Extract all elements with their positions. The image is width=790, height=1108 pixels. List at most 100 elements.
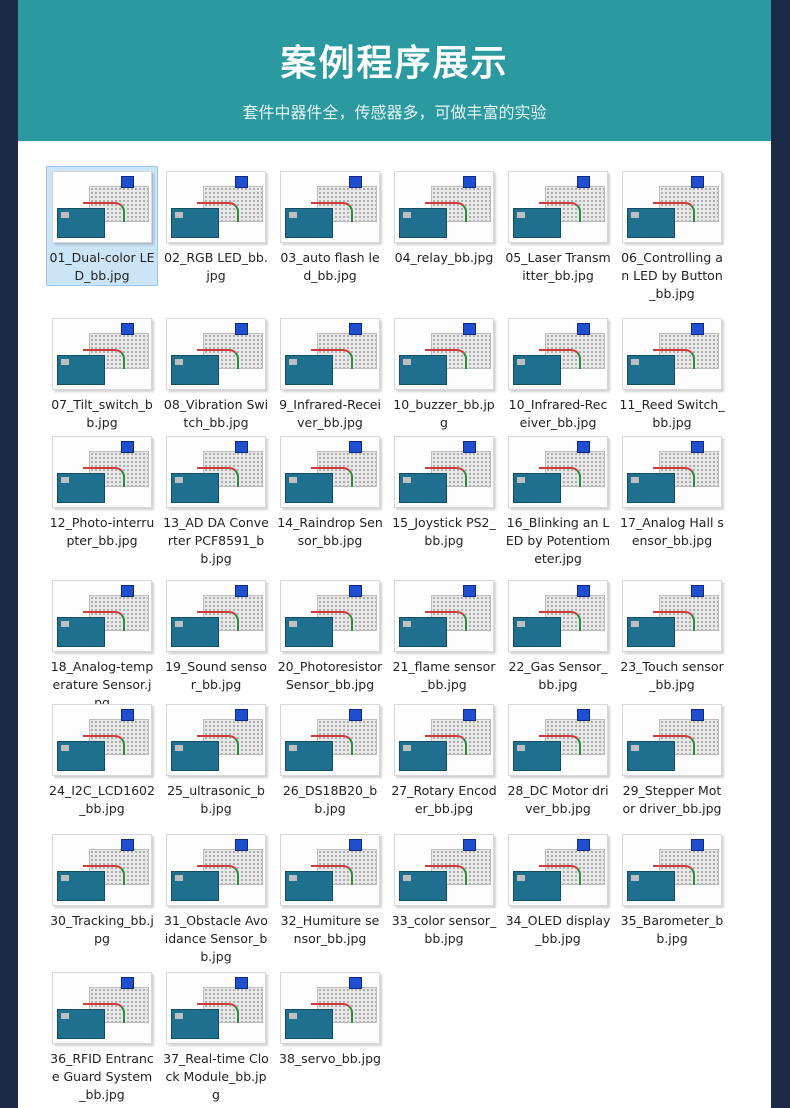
wire-graphic bbox=[425, 865, 467, 885]
file-name: 28_DC Motor driver_bb.jpg bbox=[507, 783, 609, 816]
wire-graphic bbox=[311, 865, 353, 885]
file-item[interactable]: 25_ultrasonic_bb.jpg bbox=[160, 699, 272, 819]
file-item[interactable]: 16_Blinking an LED by Potentiometer.jpg bbox=[502, 431, 614, 569]
file-item[interactable]: 06_Controlling an LED by Button_bb.jpg bbox=[616, 166, 728, 304]
file-name: 16_Blinking an LED by Potentiometer.jpg bbox=[505, 515, 611, 566]
sensor-module-graphic bbox=[577, 176, 590, 188]
wire-graphic bbox=[197, 735, 239, 755]
sensor-module-graphic bbox=[463, 441, 476, 453]
file-item[interactable]: 08_Vibration Switch_bb.jpg bbox=[160, 313, 272, 433]
wire-graphic bbox=[311, 611, 353, 631]
file-item[interactable]: 26_DS18B20_bb.jpg bbox=[274, 699, 386, 819]
sensor-module-graphic bbox=[121, 441, 134, 453]
file-item[interactable]: 33_color sensor_bb.jpg bbox=[388, 829, 500, 949]
file-item[interactable]: 19_Sound sensor_bb.jpg bbox=[160, 575, 272, 695]
file-item[interactable]: 14_Raindrop Sensor_bb.jpg bbox=[274, 431, 386, 551]
file-item[interactable]: 29_Stepper Motor driver_bb.jpg bbox=[616, 699, 728, 819]
sensor-module-graphic bbox=[235, 585, 248, 597]
wire-graphic bbox=[197, 202, 239, 222]
file-thumbnail bbox=[280, 972, 380, 1044]
file-item[interactable]: 23_Touch sensor_bb.jpg bbox=[616, 575, 728, 695]
file-item[interactable]: 05_Laser Transmitter_bb.jpg bbox=[502, 166, 614, 286]
file-item[interactable]: 36_RFID Entrance Guard System_bb.jpg bbox=[46, 967, 158, 1105]
wire-graphic bbox=[425, 349, 467, 369]
file-name: 24_I2C_LCD1602_bb.jpg bbox=[49, 783, 155, 816]
file-name: 07_Tilt_switch_bb.jpg bbox=[51, 397, 153, 430]
wire-graphic bbox=[83, 865, 125, 885]
file-grid-panel: 01_Dual-color LED_bb.jpg 02_RGB LED_bb.jp… bbox=[18, 141, 771, 1108]
file-name: 35_Barometer_bb.jpg bbox=[620, 913, 724, 946]
file-thumbnail bbox=[52, 704, 152, 776]
file-name: 10_Infrared-Receiver_bb.jpg bbox=[508, 397, 608, 430]
file-item[interactable]: 02_RGB LED_bb.jpg bbox=[160, 166, 272, 286]
file-item[interactable]: 24_I2C_LCD1602_bb.jpg bbox=[46, 699, 158, 819]
file-item[interactable]: 11_Reed Switch_bb.jpg bbox=[616, 313, 728, 433]
wire-graphic bbox=[83, 611, 125, 631]
file-item[interactable]: 32_Humiture sensor_bb.jpg bbox=[274, 829, 386, 949]
file-item[interactable]: 31_Obstacle Avoidance Sensor_bb.jpg bbox=[160, 829, 272, 967]
wire-graphic bbox=[539, 349, 581, 369]
wire-graphic bbox=[83, 1003, 125, 1023]
file-thumbnail bbox=[508, 436, 608, 508]
file-name: 37_Real-time Clock Module_bb.jpg bbox=[163, 1051, 269, 1102]
file-thumbnail bbox=[622, 318, 722, 390]
file-name: 30_Tracking_bb.jpg bbox=[50, 913, 154, 946]
sensor-module-graphic bbox=[121, 585, 134, 597]
file-item[interactable]: 15_Joystick PS2_bb.jpg bbox=[388, 431, 500, 551]
file-name: 04_relay_bb.jpg bbox=[394, 250, 494, 265]
wire-graphic bbox=[425, 202, 467, 222]
file-name: 10_buzzer_bb.jpg bbox=[393, 397, 495, 430]
wire-graphic bbox=[83, 735, 125, 755]
file-thumbnail bbox=[394, 704, 494, 776]
file-item[interactable]: 35_Barometer_bb.jpg bbox=[616, 829, 728, 949]
file-item[interactable]: 38_servo_bb.jpg bbox=[274, 967, 386, 1069]
file-item[interactable]: 27_Rotary Encoder_bb.jpg bbox=[388, 699, 500, 819]
file-item[interactable]: 34_OLED display_bb.jpg bbox=[502, 829, 614, 949]
wire-graphic bbox=[83, 202, 125, 222]
file-item[interactable]: 17_Analog Hall sensor_bb.jpg bbox=[616, 431, 728, 551]
file-thumbnail bbox=[622, 580, 722, 652]
file-item[interactable]: 37_Real-time Clock Module_bb.jpg bbox=[160, 967, 272, 1105]
wire-graphic bbox=[425, 467, 467, 487]
file-name: 19_Sound sensor_bb.jpg bbox=[165, 659, 267, 692]
file-name: 23_Touch sensor_bb.jpg bbox=[620, 659, 724, 692]
page-title: 案例程序展示 bbox=[280, 43, 509, 84]
wire-graphic bbox=[83, 467, 125, 487]
file-thumbnail bbox=[166, 580, 266, 652]
sensor-module-graphic bbox=[235, 839, 248, 851]
file-thumbnail bbox=[52, 834, 152, 906]
file-thumbnail bbox=[394, 580, 494, 652]
file-item[interactable]: 10_buzzer_bb.jpg bbox=[388, 313, 500, 433]
file-name: 01_Dual-color LED_bb.jpg bbox=[49, 250, 155, 283]
file-item[interactable]: 12_Photo-interrupter_bb.jpg bbox=[46, 431, 158, 551]
file-item[interactable]: 20_Photoresistor Sensor_bb.jpg bbox=[274, 575, 386, 695]
file-item[interactable]: 03_auto flash led_bb.jpg bbox=[274, 166, 386, 286]
file-item[interactable]: 21_flame sensor_bb.jpg bbox=[388, 575, 500, 695]
wire-graphic bbox=[653, 467, 695, 487]
file-thumbnail bbox=[166, 436, 266, 508]
file-item[interactable]: 9_Infrared-Receiver_bb.jpg bbox=[274, 313, 386, 433]
sensor-module-graphic bbox=[463, 585, 476, 597]
file-name: 08_Vibration Switch_bb.jpg bbox=[163, 397, 269, 430]
sensor-module-graphic bbox=[577, 709, 590, 721]
file-name: 27_Rotary Encoder_bb.jpg bbox=[391, 783, 497, 816]
file-item[interactable]: 22_Gas Sensor_bb.jpg bbox=[502, 575, 614, 695]
file-name: 29_Stepper Motor driver_bb.jpg bbox=[622, 783, 722, 816]
sensor-module-graphic bbox=[121, 323, 134, 335]
file-thumbnail bbox=[280, 171, 380, 243]
file-item[interactable]: 01_Dual-color LED_bb.jpg bbox=[46, 166, 158, 286]
file-name: 22_Gas Sensor_bb.jpg bbox=[508, 659, 608, 692]
file-item[interactable]: 28_DC Motor driver_bb.jpg bbox=[502, 699, 614, 819]
file-item[interactable]: 30_Tracking_bb.jpg bbox=[46, 829, 158, 949]
file-item[interactable]: 07_Tilt_switch_bb.jpg bbox=[46, 313, 158, 433]
file-name: 21_flame sensor_bb.jpg bbox=[392, 659, 496, 692]
file-thumbnail bbox=[52, 580, 152, 652]
file-item[interactable]: 18_Analog-temperature Sensor.jpg bbox=[46, 575, 158, 713]
file-item[interactable]: 04_relay_bb.jpg bbox=[388, 166, 500, 268]
wire-graphic bbox=[539, 202, 581, 222]
file-item[interactable]: 10_Infrared-Receiver_bb.jpg bbox=[502, 313, 614, 433]
file-thumbnail bbox=[394, 436, 494, 508]
file-name: 36_RFID Entrance Guard System_bb.jpg bbox=[50, 1051, 154, 1102]
file-thumbnail bbox=[52, 171, 152, 243]
file-item[interactable]: 13_AD DA Converter PCF8591_bb.jpg bbox=[160, 431, 272, 569]
